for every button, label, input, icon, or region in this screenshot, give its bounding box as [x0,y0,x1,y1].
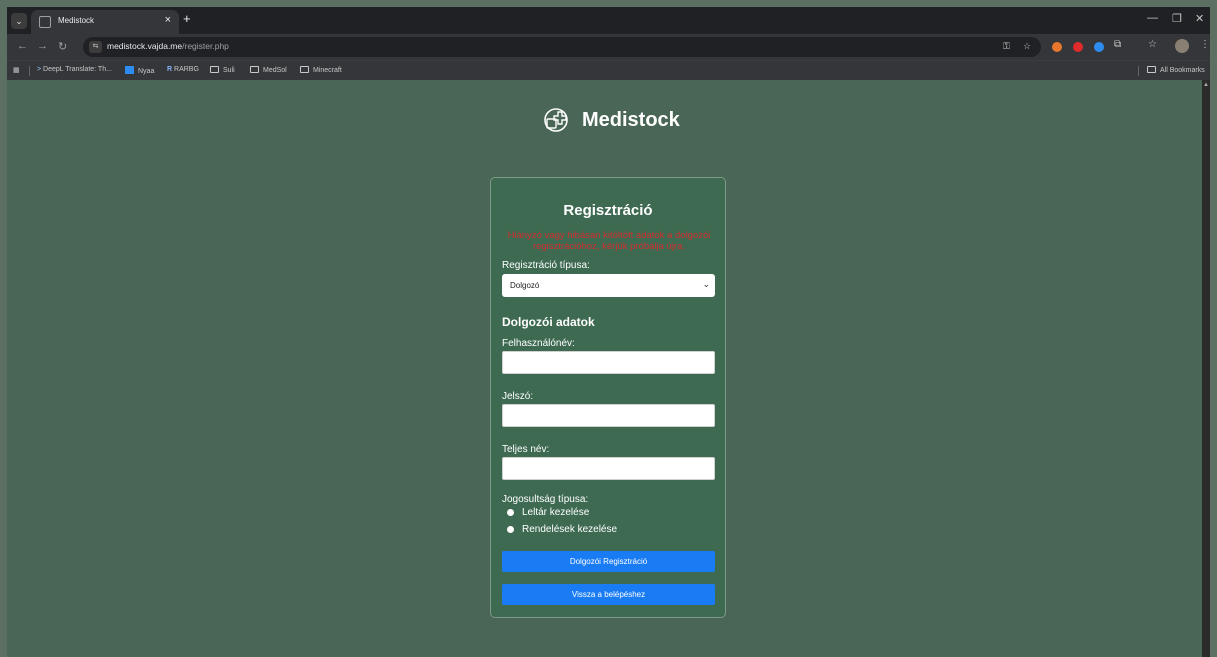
reg-type-select[interactable]: Dolgozó ⌄ [502,274,715,297]
browser-chrome: ⌄ Medistock × + — ❐ ✕ ← → ↻ ⇆ medistock.… [7,7,1210,80]
restore-icon[interactable]: ❐ [1172,12,1182,25]
extensions-puzzle-icon[interactable]: ⧉ [1114,39,1121,50]
medical-box-logo-icon [544,108,568,132]
nyaa-icon [125,66,134,74]
apps-grid-icon[interactable]: ▦ [13,66,20,74]
tab-strip: ⌄ Medistock × + — ❐ ✕ [7,7,1210,34]
profile-avatar[interactable] [1175,39,1189,53]
folder-icon [300,66,309,73]
deepl-icon: > [37,66,42,73]
bookmarks-divider [29,66,30,76]
bookmark-deepl[interactable]: > DeepL Translate: Th... [37,66,112,73]
bookmark-label: MedSol [263,67,287,74]
url-text: medistock.vajda.me/register.php [107,41,229,51]
all-bookmarks[interactable]: All Bookmarks [1147,66,1205,74]
password-key-icon[interactable]: ⚿ [1003,41,1010,52]
bookmarks-divider [1138,66,1139,76]
tab-title: Medistock [58,16,95,25]
new-tab-icon[interactable]: + [183,11,191,26]
tab-search-icon[interactable]: ⌄ [11,13,27,29]
url-host: medistock.vajda.me [107,41,183,51]
chevron-down-icon: ⌄ [702,279,710,289]
bookmark-folder-suli[interactable]: Suli [210,66,235,74]
username-input[interactable] [502,351,715,374]
password-input[interactable] [502,404,715,427]
toolbar: ← → ↻ ⇆ medistock.vajda.me/register.php … [7,34,1210,60]
bookmark-nyaa[interactable]: Nyaa [125,66,154,75]
fullname-label: Teljes név: [502,444,550,455]
register-button[interactable]: Dolgozói Regisztráció [502,551,715,572]
tab-close-icon[interactable]: × [165,14,171,26]
bookmarks-star-icon[interactable]: ☆ [1148,39,1157,50]
radio-label: Rendelések kezelése [522,524,618,535]
extension-icon[interactable] [1073,42,1083,52]
extension-icon[interactable] [1052,42,1062,52]
reload-icon[interactable]: ↻ [58,40,67,53]
brand-name: Medistock [582,109,680,131]
bookmark-rarbg[interactable]: R RARBG [167,66,199,73]
folder-icon [1147,66,1156,73]
menu-dots-icon[interactable]: ⋮ [1200,39,1210,50]
page-content: ▲ Medistock Regisztráció Hiányzó vagy hi… [7,80,1210,657]
extension-icon[interactable] [1094,42,1104,52]
radio-button[interactable] [507,509,514,516]
bookmark-label: DeepL Translate: Th... [43,66,112,73]
site-info-icon[interactable]: ⇆ [89,41,102,53]
rarbg-icon: R [167,66,173,73]
page-title: Regisztráció [563,202,653,219]
radio-button[interactable] [507,526,514,533]
permission-label: Jogosultság típusa: [502,494,589,505]
back-icon[interactable]: ← [17,40,28,52]
bookmark-label: Nyaa [138,68,155,75]
reg-type-label: Regisztráció típusa: [502,260,590,271]
scroll-up-icon[interactable]: ▲ [1203,82,1209,88]
forward-icon[interactable]: → [37,40,48,52]
error-message: Hiányzó vagy hibásan kitöltött adatok a … [507,230,711,252]
bookmark-star-icon[interactable]: ☆ [1023,41,1031,52]
password-label: Jelszó: [502,391,534,402]
address-bar[interactable]: ⇆ medistock.vajda.me/register.php ⚿ ☆ [83,37,1041,57]
all-bookmarks-label: All Bookmarks [1160,67,1205,74]
tab-medistock[interactable]: Medistock × [31,10,179,34]
back-to-login-button[interactable]: Vissza a belépéshez [502,584,715,605]
favicon-icon [39,16,51,28]
scrollbar[interactable]: ▲ [1202,80,1210,657]
bookmark-folder-minecraft[interactable]: Minecraft [300,66,342,74]
bookmark-folder-medsol[interactable]: MedSol [250,66,287,74]
registration-card: Regisztráció Hiányzó vagy hibásan kitölt… [490,177,726,618]
fullname-input[interactable] [502,457,715,480]
bookmark-label: Suli [223,67,235,74]
url-path: /register.php [182,41,229,51]
section-title: Dolgozói adatok [502,315,595,329]
bookmark-label: RARBG [174,66,199,73]
radio-label: Leltár kezelése [522,507,590,518]
username-label: Felhasználónév: [502,338,575,349]
bookmarks-bar: ▦ > DeepL Translate: Th... Nyaa R RARBG … [7,60,1210,80]
bookmark-label: Minecraft [313,67,342,74]
reg-type-value: Dolgozó [510,281,540,290]
minimize-icon[interactable]: — [1147,12,1158,24]
close-window-icon[interactable]: ✕ [1195,12,1204,25]
folder-icon [210,66,219,73]
folder-icon [250,66,259,73]
